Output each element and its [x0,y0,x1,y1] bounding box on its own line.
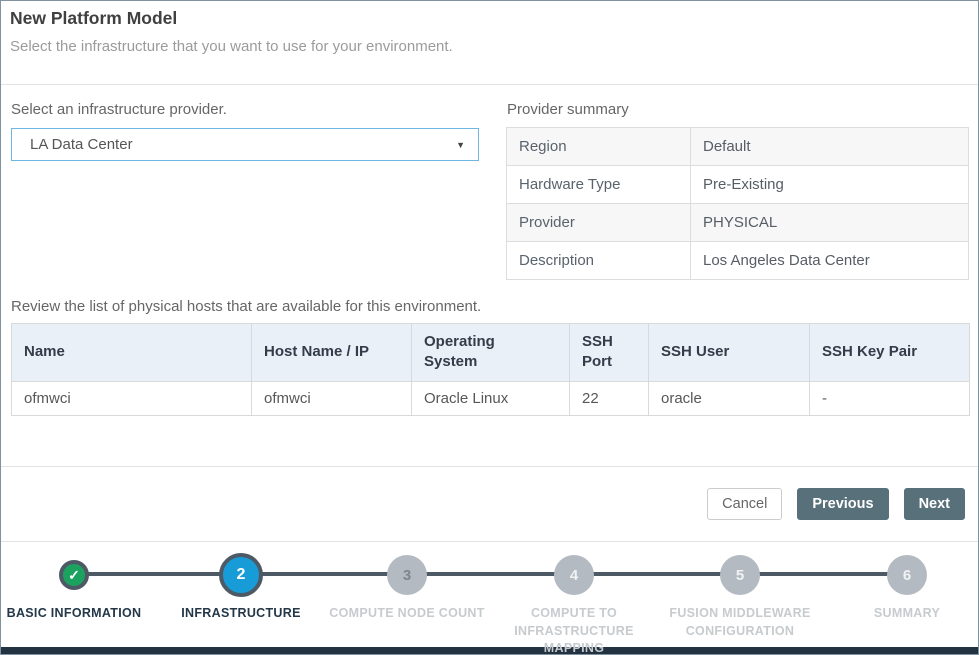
summary-row-region: Region Default [507,128,969,166]
cancel-button[interactable]: Cancel [707,488,782,520]
hosts-description: Review the list of physical hosts that a… [11,298,481,315]
provider-select-label: Select an infrastructure provider. [11,101,227,118]
provider-summary-table: Region Default Hardware Type Pre-Existin… [506,127,969,280]
wizard-stepper: ✓ BASIC INFORMATION 2 INFRASTRUCTURE 3 C… [1,553,979,649]
step-1-circle[interactable]: ✓ [59,560,89,590]
new-platform-model-wizard: New Platform Model Select the infrastruc… [0,0,979,655]
infrastructure-provider-select[interactable]: LA Data Center ▼ [11,128,479,161]
step-1-label: BASIC INFORMATION [0,605,159,623]
column-header-ssh-port: SSH Port [570,324,649,382]
cell-host: ofmwci [252,381,412,415]
step-6-circle[interactable]: 6 [887,555,927,595]
page-subtitle: Select the infrastructure that you want … [10,38,453,55]
step-5-circle[interactable]: 5 [720,555,760,595]
column-header-ssh-user: SSH User [649,324,810,382]
physical-hosts-table: Name Host Name / IP Operating System SSH… [11,323,970,416]
step-6-label: SUMMARY [822,605,979,623]
provider-summary-title: Provider summary [507,101,629,118]
step-infrastructure: 2 INFRASTRUCTURE [156,553,326,623]
step-summary: 6 SUMMARY [822,553,979,623]
summary-row-hardware-type: Hardware Type Pre-Existing [507,166,969,204]
content-actions-divider [1,466,978,467]
step-3-label: COMPUTE NODE COUNT [322,605,492,623]
step-4-circle[interactable]: 4 [554,555,594,595]
step-2-circle[interactable]: 2 [219,553,263,597]
summary-label: Region [507,128,691,166]
step-basic-information: ✓ BASIC INFORMATION [0,553,159,623]
cell-ssh-key-pair: - [810,381,970,415]
column-header-name: Name [12,324,252,382]
cell-os: Oracle Linux [412,381,570,415]
step-2-number: 2 [237,566,246,584]
check-icon: ✓ [68,567,80,584]
summary-row-description: Description Los Angeles Data Center [507,242,969,280]
action-buttons: Cancel Previous Next [707,488,965,520]
summary-value: PHYSICAL [691,204,969,242]
step-2-label: INFRASTRUCTURE [156,605,326,623]
column-header-os: Operating System [412,324,570,382]
dropdown-arrow-icon: ▼ [456,140,478,150]
summary-value: Los Angeles Data Center [691,242,969,280]
summary-value: Default [691,128,969,166]
step-5-label: FUSION MIDDLEWARE CONFIGURATION [655,605,825,640]
cell-ssh-port: 22 [570,381,649,415]
step-compute-node-count: 3 COMPUTE NODE COUNT [322,553,492,623]
hosts-table-header-row: Name Host Name / IP Operating System SSH… [12,324,970,382]
summary-label: Hardware Type [507,166,691,204]
cell-name: ofmwci [12,381,252,415]
step-6-number: 6 [903,567,911,584]
step-3-circle[interactable]: 3 [387,555,427,595]
page-title: New Platform Model [10,8,177,29]
summary-row-provider: Provider PHYSICAL [507,204,969,242]
next-button[interactable]: Next [904,488,965,520]
step-4-number: 4 [570,567,578,584]
infrastructure-provider-selected-value: LA Data Center [12,136,456,153]
summary-value: Pre-Existing [691,166,969,204]
step-3-number: 3 [403,567,411,584]
previous-button[interactable]: Previous [797,488,888,520]
step-fusion-middleware-configuration: 5 FUSION MIDDLEWARE CONFIGURATION [655,553,825,640]
column-header-host: Host Name / IP [252,324,412,382]
actions-stepper-divider [1,541,978,542]
table-row: ofmwci ofmwci Oracle Linux 22 oracle - [12,381,970,415]
column-header-ssh-key-pair: SSH Key Pair [810,324,970,382]
step-compute-to-infrastructure-mapping: 4 COMPUTE TO INFRASTRUCTURE MAPPING [489,553,659,655]
summary-label: Provider [507,204,691,242]
summary-label: Description [507,242,691,280]
cell-ssh-user: oracle [649,381,810,415]
header-divider [1,84,978,85]
step-4-label: COMPUTE TO INFRASTRUCTURE MAPPING [489,605,659,655]
step-5-number: 5 [736,567,744,584]
